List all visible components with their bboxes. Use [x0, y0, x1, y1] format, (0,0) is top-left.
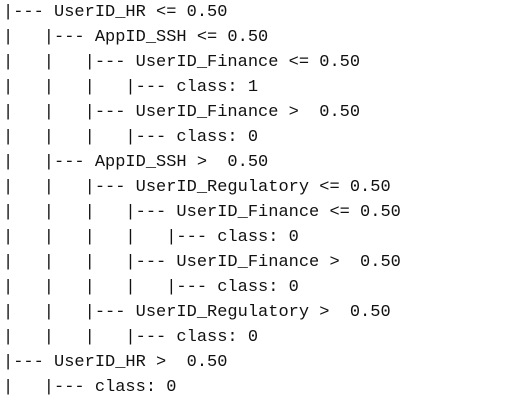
tree-line: | |--- AppID_SSH > 0.50 [3, 153, 269, 172]
tree-line: | | | |--- UserID_Finance <= 0.50 [3, 203, 401, 222]
tree-line: | | | |--- UserID_Finance > 0.50 [3, 253, 401, 272]
tree-line: | | | |--- class: 1 [3, 78, 259, 97]
tree-line: | |--- class: 0 [3, 378, 177, 397]
tree-line: |--- UserID_HR <= 0.50 [3, 3, 228, 22]
tree-line: | | | |--- class: 0 [3, 328, 259, 347]
tree-line: | | |--- UserID_Finance > 0.50 [3, 103, 361, 122]
tree-line: | | |--- UserID_Regulatory <= 0.50 [3, 178, 391, 197]
tree-line: | | |--- UserID_Finance <= 0.50 [3, 53, 361, 72]
tree-line: | | |--- UserID_Regulatory > 0.50 [3, 303, 391, 322]
tree-line: | | | | |--- class: 0 [3, 278, 299, 297]
tree-line: |--- UserID_HR > 0.50 [3, 353, 228, 372]
decision-tree-text: |--- UserID_HR <= 0.50 | |--- AppID_SSH … [0, 0, 516, 409]
tree-line: | | | | |--- class: 0 [3, 228, 299, 247]
tree-line: | |--- AppID_SSH <= 0.50 [3, 28, 269, 47]
tree-line: | | | |--- class: 0 [3, 128, 259, 147]
